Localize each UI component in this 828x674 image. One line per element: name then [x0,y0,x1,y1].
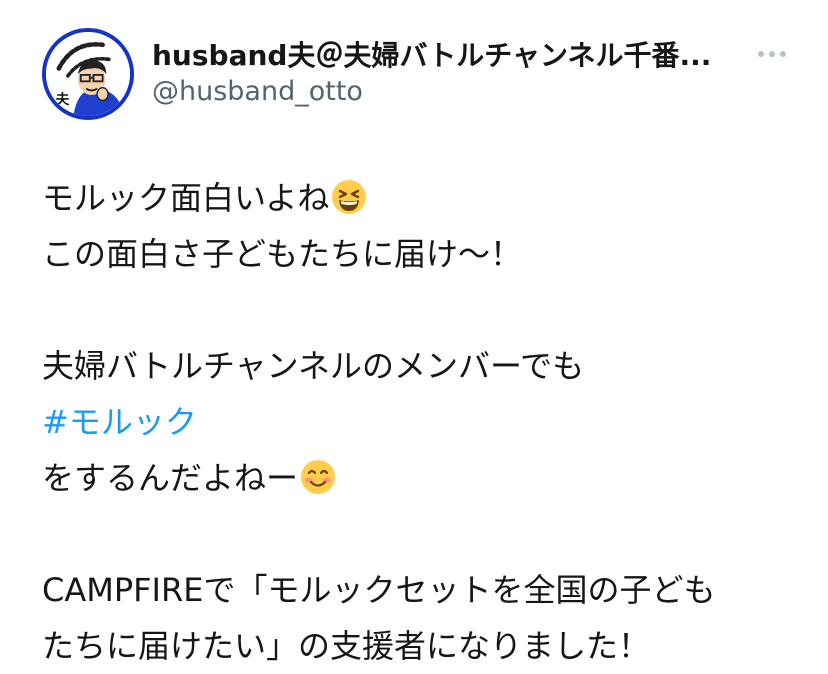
tweet-line: をするんだよねー [42,450,802,506]
more-dot [769,51,775,57]
tweet-line: モルック面白いよね [42,170,802,226]
tweet-line: たちに届けたい」の支援者になりました！ [42,627,651,665]
tweet-body: モルック面白いよね この面白さ子どもたちに届け〜！ 夫婦バトルチャンネルのメンバ… [42,170,802,674]
tweet-card: 夫 husband夫＠夫婦バトルチャンネル千番... @husband_otto… [0,0,828,665]
tweet-line: CAMPFIREで「モルックセットを全国の子ども [42,571,716,609]
smiling-face-emoji-icon [300,459,336,495]
tweet-line: この面白さ子どもたちに届け〜！ [42,235,523,273]
author-display-name[interactable]: husband夫＠夫婦バトルチャンネル千番... [152,34,711,74]
hashtag-link[interactable]: #モルック [42,394,802,450]
author-handle[interactable]: @husband_otto [152,76,363,107]
more-dot [758,51,764,57]
tweet-line: 夫婦バトルチャンネルのメンバーでも [42,347,585,385]
avatar-illustration-icon: 夫 [46,32,130,116]
author-avatar[interactable]: 夫 [42,28,134,120]
tweet-line-text: をするんだよねー [42,459,299,497]
svg-text:夫: 夫 [56,91,70,108]
more-dot [780,51,786,57]
tweet-line-text: モルック面白いよね [42,179,330,217]
grinning-squinting-face-emoji-icon [331,179,367,215]
more-options-icon[interactable] [758,48,798,60]
